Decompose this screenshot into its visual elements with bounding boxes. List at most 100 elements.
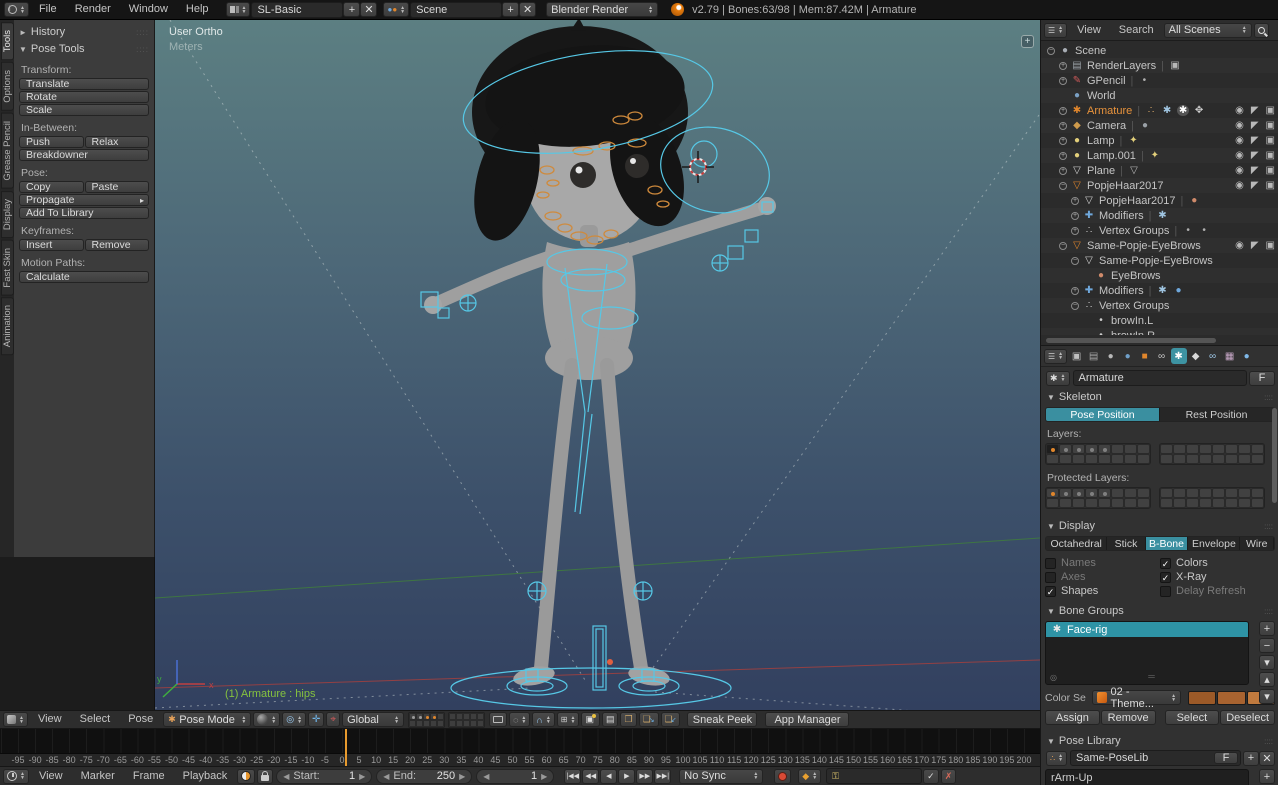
keying-set-icon[interactable]: ◆▲▼	[798, 769, 821, 784]
layer-cell[interactable]	[430, 720, 437, 727]
sneak-peek-button[interactable]: Sneak Peek	[687, 712, 757, 727]
expander-icon[interactable]: −	[1047, 47, 1055, 55]
layer-cell[interactable]	[477, 713, 484, 720]
relax-button[interactable]: Relax	[85, 136, 150, 148]
skeleton-panel-header[interactable]: ▼Skeleton::::	[1041, 387, 1278, 405]
timeline-menu-frame[interactable]: Frame	[124, 767, 174, 785]
armature-layer-cell[interactable]	[1173, 488, 1186, 498]
menu-render[interactable]: Render	[66, 0, 120, 19]
outliner-row-modifiers[interactable]: +✚Modifiers|✱	[1041, 208, 1278, 223]
armature-layer-cell[interactable]	[1160, 488, 1173, 498]
properties-editor-type-button[interactable]: ☰▲▼	[1044, 349, 1067, 364]
expander-icon[interactable]: +	[1059, 107, 1067, 115]
armature-layer-cell[interactable]	[1238, 488, 1251, 498]
list-resize-grip[interactable]: ＝	[1147, 670, 1156, 683]
layer-cell[interactable]	[456, 720, 463, 727]
outliner-display-mode-button[interactable]: ☰▲▼	[1044, 23, 1067, 38]
armature-layer-cell[interactable]	[1124, 488, 1137, 498]
layer-cell[interactable]	[449, 720, 456, 727]
properties-tab-render-layers[interactable]: ▤	[1086, 348, 1102, 364]
restrict-select-icon[interactable]: ◤	[1251, 165, 1259, 176]
opengl-render-anim-icon[interactable]: ▤	[602, 712, 619, 727]
expander-icon[interactable]: +	[1059, 167, 1067, 175]
3d-viewport[interactable]: x y	[155, 20, 1040, 710]
armature-layer-cell[interactable]	[1173, 444, 1186, 454]
restrict-render-icon[interactable]: ▣	[1266, 150, 1275, 161]
mode-select[interactable]: ✱Pose Mode▲▼	[163, 712, 251, 727]
armature-layer-cell[interactable]	[1212, 488, 1225, 498]
pivot-center-button[interactable]: ◎▲▼	[282, 712, 306, 727]
outliner-row-armature[interactable]: +✱Armature|∴✱✱✥◉◤▣	[1041, 103, 1278, 118]
armature-layer-cell[interactable]	[1111, 444, 1124, 454]
checkbox-delay-refresh[interactable]	[1160, 586, 1171, 597]
restrict-render-icon[interactable]: ▣	[1266, 180, 1275, 191]
layer-cell[interactable]	[470, 713, 477, 720]
timeline-editor[interactable]: -95-90-85-80-75-70-65-60-55-50-45-40-35-…	[0, 729, 1040, 766]
pose-library-id-icon[interactable]: ∴▲▼	[1046, 751, 1067, 766]
snap-element-icon[interactable]: ⊞▲▼	[557, 712, 580, 727]
display-mode-octahedral[interactable]: Octahedral	[1046, 537, 1107, 550]
outliner-filter-select[interactable]: All Scenes▲▼	[1164, 23, 1252, 38]
timeline-grid[interactable]	[0, 729, 1040, 753]
outliner-row-same-popje-eyebrows[interactable]: −▽Same-Popje-EyeBrows◉◤▣	[1041, 238, 1278, 253]
properties-tab-world[interactable]: ●	[1120, 348, 1136, 364]
armature-layer-cell[interactable]	[1098, 444, 1111, 454]
restrict-view-icon[interactable]: ◉	[1235, 150, 1244, 161]
end-frame-field[interactable]: ◀End:250▶	[376, 769, 472, 784]
viewport-shading-button[interactable]: ▲▼	[253, 712, 280, 727]
screen-layout-icon[interactable]: ▲▼	[226, 2, 251, 17]
remove-button[interactable]: Remove	[85, 239, 150, 251]
checkbox-axes[interactable]	[1045, 572, 1056, 583]
add-layout-button[interactable]: +	[343, 2, 360, 17]
armature-layer-cell[interactable]	[1225, 454, 1238, 464]
app-manager-button[interactable]: App Manager	[765, 712, 849, 727]
lock-time-cursor-toggle[interactable]	[257, 769, 273, 784]
restrict-view-icon[interactable]: ◉	[1235, 180, 1244, 191]
preview-range-toggle[interactable]	[237, 769, 255, 784]
layer-cell[interactable]	[430, 713, 437, 720]
menu-window[interactable]: Window	[120, 0, 177, 19]
restrict-select-icon[interactable]: ◤	[1251, 135, 1259, 146]
armature-layer-cell[interactable]	[1199, 454, 1212, 464]
manipulator-translate-icon[interactable]: ✛	[308, 712, 324, 727]
armature-layer-cell[interactable]	[1111, 498, 1124, 508]
armature-layer-cell[interactable]	[1098, 454, 1111, 464]
armature-layer-cell[interactable]	[1098, 488, 1111, 498]
properties-tab-physics[interactable]: ●	[1239, 348, 1255, 364]
jump-start-button[interactable]: |◀◀	[564, 769, 581, 784]
outliner-row-lamp-001[interactable]: +●Lamp.001|✦◉◤▣	[1041, 148, 1278, 163]
armature-layer-cell[interactable]	[1173, 498, 1186, 508]
display-panel-header[interactable]: ▼Display::::	[1041, 516, 1278, 534]
id-name-field[interactable]: Armature	[1073, 370, 1248, 386]
pose-library-fake-user-button[interactable]: F	[1214, 752, 1238, 764]
properties-tab-textures[interactable]: ▦	[1222, 348, 1238, 364]
display-mode-envelope[interactable]: Envelope	[1188, 537, 1240, 550]
display-mode-wire[interactable]: Wire	[1240, 537, 1274, 550]
armature-layer-cell[interactable]	[1111, 454, 1124, 464]
outliner-row-browin-r[interactable]: •browIn.R	[1041, 328, 1278, 335]
properties-tab-object-data[interactable]: ✱	[1171, 348, 1187, 364]
insert-button[interactable]: Insert	[19, 239, 84, 251]
paste-x-flipped-pose-icon[interactable]: ❏↙	[661, 712, 681, 727]
toolshelf-tab-grease-pencil[interactable]: Grease Pencil	[1, 113, 14, 189]
checkbox-shapes[interactable]: ✓	[1045, 586, 1056, 597]
expander-icon[interactable]: −	[1059, 242, 1067, 250]
toolshelf-tab-tools[interactable]: Tools	[1, 22, 14, 60]
checkbox-x-ray[interactable]: ✓	[1160, 572, 1171, 583]
add-bone-group-button[interactable]: +	[1259, 621, 1275, 636]
expander-icon[interactable]: +	[1059, 152, 1067, 160]
paste-pose-icon[interactable]: ❏↘	[639, 712, 659, 727]
toolshelf-tab-display[interactable]: Display	[1, 191, 14, 238]
toolshelf-tab-animation[interactable]: Animation	[1, 297, 14, 355]
outliner-row-lamp[interactable]: +●Lamp|✦◉◤▣	[1041, 133, 1278, 148]
timeline-menu-marker[interactable]: Marker	[72, 767, 124, 785]
armature-layer-cell[interactable]	[1225, 444, 1238, 454]
outliner-row-world[interactable]: ●World	[1041, 88, 1278, 103]
armature-layer-cell[interactable]	[1098, 498, 1111, 508]
layer-cell[interactable]	[409, 720, 416, 727]
armature-layer-cell[interactable]	[1199, 444, 1212, 454]
outliner-row-same-popje-eyebrows[interactable]: −▽Same-Popje-EyeBrows	[1041, 253, 1278, 268]
pose-library-add-button[interactable]: +	[1243, 751, 1259, 766]
play-button[interactable]: ▶	[618, 769, 635, 784]
viewport-canvas[interactable]: x y	[155, 20, 1040, 710]
